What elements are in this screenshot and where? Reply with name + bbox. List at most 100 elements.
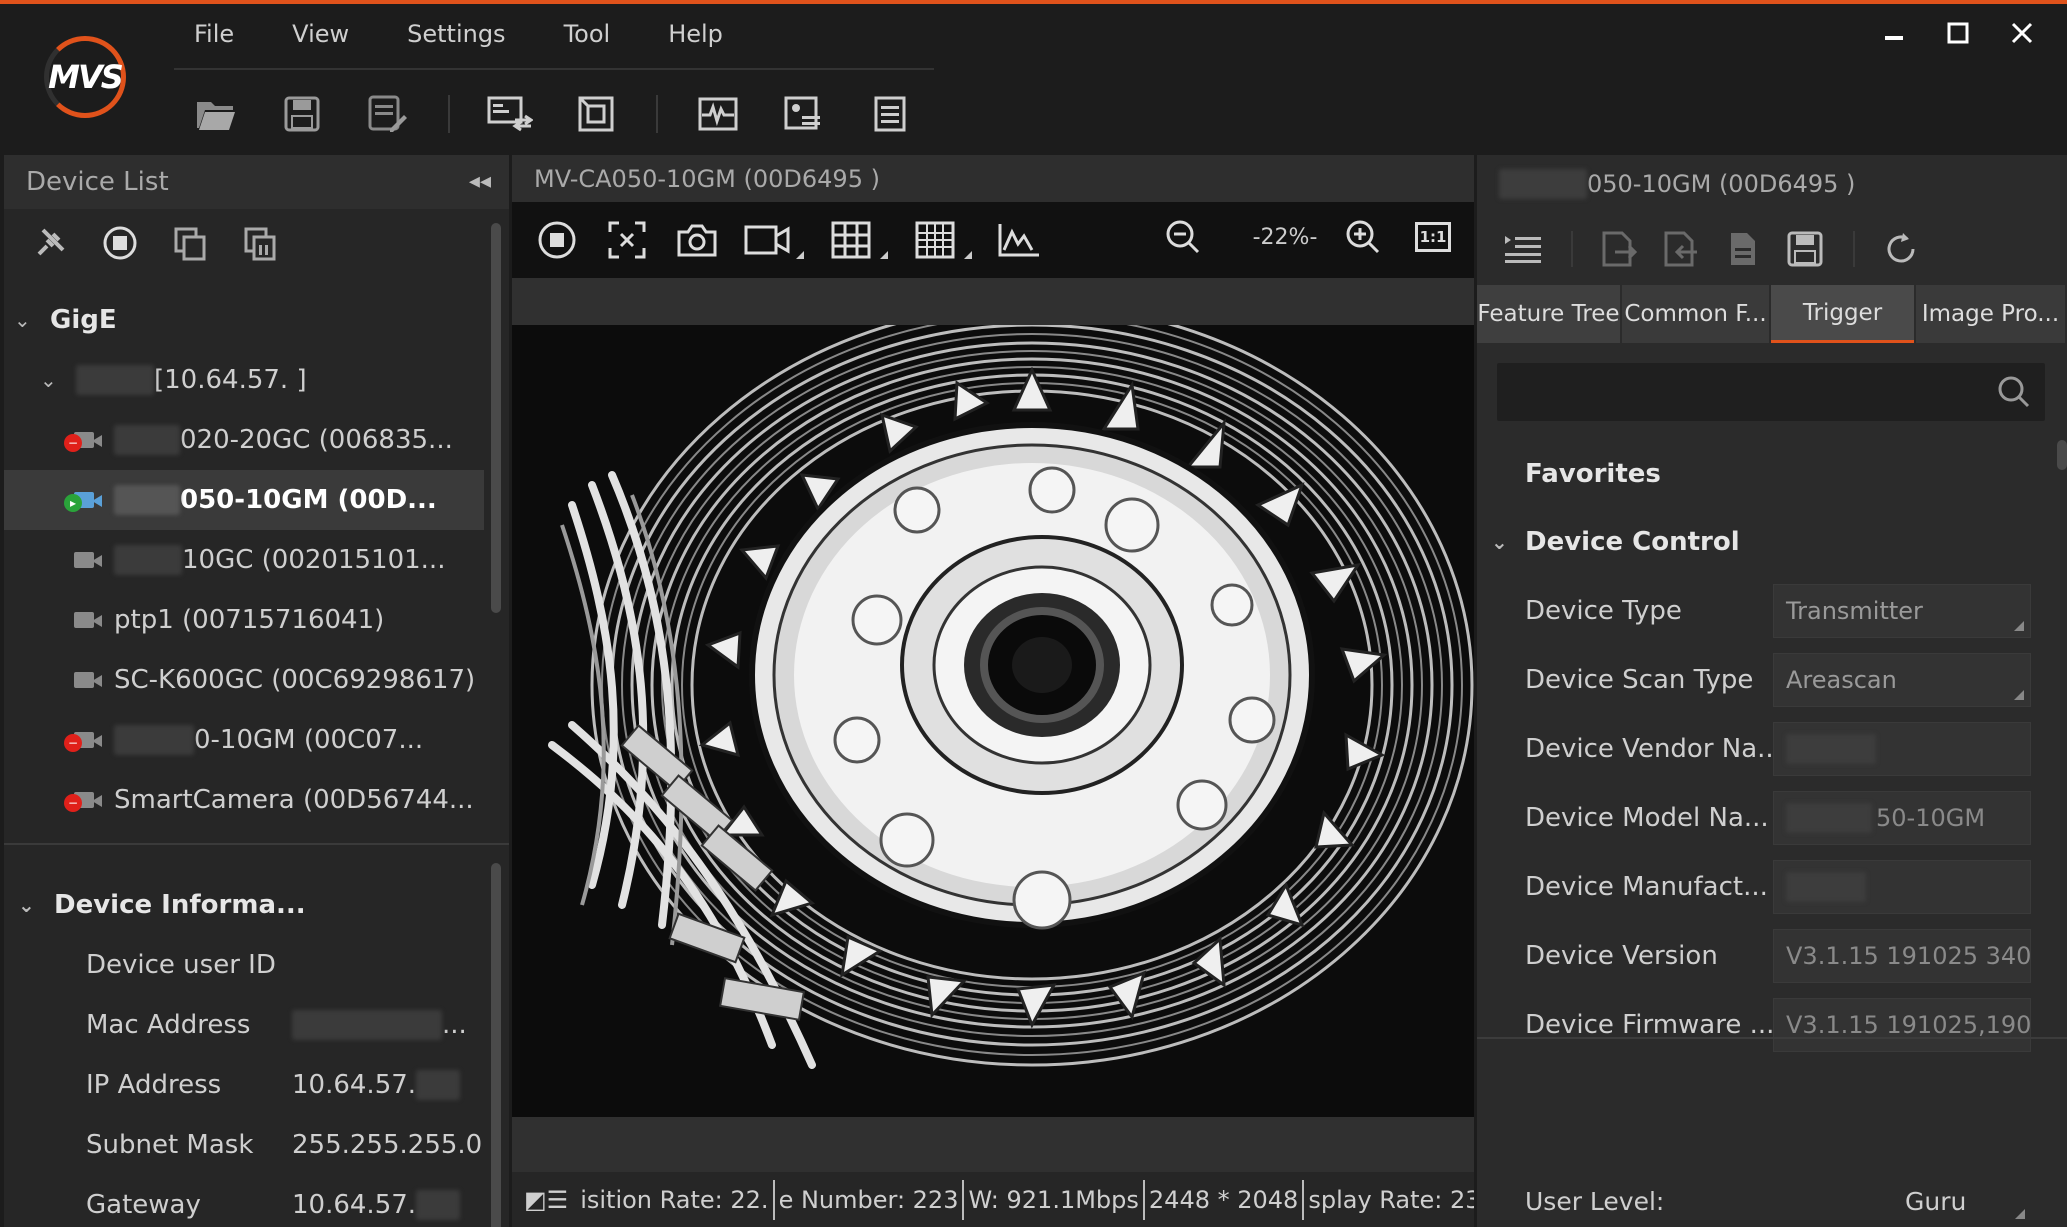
- camera-icon: ▸: [64, 490, 104, 512]
- menu-tool[interactable]: Tool: [544, 14, 631, 56]
- device-list-scrollbar[interactable]: [491, 223, 501, 613]
- waveform-icon[interactable]: [692, 88, 744, 140]
- image-view-panel: MV-CA050-10GM (00D6495 ) -22%- 1:1 ◩☰ is…: [512, 155, 1474, 1227]
- list-icon[interactable]: [864, 88, 916, 140]
- chevron-down-icon[interactable]: ⌄: [14, 308, 32, 332]
- status-frame-number: e Number: 223: [775, 1179, 965, 1220]
- roi-icon[interactable]: [604, 217, 650, 263]
- fit-window-icon[interactable]: [570, 88, 622, 140]
- zoom-in-icon[interactable]: [1340, 214, 1386, 260]
- feature-scrollbar[interactable]: [2057, 440, 2067, 470]
- zoom-level[interactable]: -22%-: [1230, 225, 1340, 250]
- minimize-icon[interactable]: [1879, 18, 1909, 48]
- crosshair-grid-icon[interactable]: [912, 217, 972, 263]
- user-level-row: User Level: Guru: [1477, 1175, 2067, 1227]
- camera-icon: −: [64, 730, 104, 752]
- chevron-down-icon[interactable]: ⌄: [18, 893, 36, 917]
- device-type-select[interactable]: Transmitter: [1773, 583, 2031, 638]
- tab-feature-tree[interactable]: Feature Tree: [1477, 285, 1621, 343]
- device-manufacturer-field[interactable]: [1773, 859, 2031, 914]
- tree-device-item[interactable]: SC-K600GC (00C69298617): [4, 650, 484, 710]
- actual-size-button[interactable]: 1:1: [1410, 214, 1456, 260]
- stop-icon[interactable]: [96, 219, 144, 267]
- tree-device-item[interactable]: ptp1 (00715716041): [4, 590, 484, 650]
- maximize-icon[interactable]: [1943, 18, 1973, 48]
- video-icon[interactable]: [744, 217, 804, 263]
- list-expand-icon[interactable]: [1499, 225, 1547, 273]
- device-list-panel: Device List ◂◂ ⌄ GigE ⌄ [10.64.57.] − 0…: [4, 155, 509, 1227]
- import-icon[interactable]: [1595, 225, 1643, 273]
- tree-node-interface[interactable]: ⌄ [10.64.57. ]: [4, 350, 484, 410]
- panel-divider: [4, 843, 509, 845]
- tree-device-item[interactable]: − SmartCamera (00D56744...: [4, 770, 484, 830]
- user-level-label: User Level:: [1525, 1186, 1665, 1216]
- camera-icon: −: [64, 790, 104, 812]
- save-as-icon[interactable]: [362, 88, 414, 140]
- accent-line: [0, 0, 2067, 4]
- device-info-section: ⌄ Device Informa... Device user ID Mac A…: [4, 875, 484, 1227]
- histogram-icon[interactable]: [996, 217, 1042, 263]
- app-window: MVS File View Settings Tool Help Device …: [0, 0, 2067, 1227]
- camera-icon: −: [64, 430, 104, 452]
- redacted-text: [76, 365, 154, 395]
- search-icon[interactable]: [1997, 375, 2031, 409]
- user-level-select[interactable]: Guru: [1905, 1181, 2025, 1221]
- device-control-group[interactable]: ⌄ Device Control: [1477, 508, 2047, 576]
- stop-grab-icon[interactable]: [534, 217, 580, 263]
- prop-row-device-model: Device Model Na... 50-10GM: [1477, 783, 2047, 852]
- refresh-icon[interactable]: [1877, 225, 1925, 273]
- image-settings-icon[interactable]: [778, 88, 830, 140]
- device-model-field[interactable]: 50-10GM: [1773, 790, 2031, 845]
- feature-toolbar: [1477, 213, 2067, 285]
- device-version-field[interactable]: V3.1.15 191025 3408: [1773, 928, 2031, 983]
- favorites-group[interactable]: Favorites: [1477, 440, 2047, 508]
- camera-image[interactable]: [512, 325, 1474, 1117]
- tree-device-item[interactable]: 10GC (002015101...: [4, 530, 484, 590]
- document-icon[interactable]: [1719, 225, 1767, 273]
- device-scan-type-select[interactable]: Areascan: [1773, 652, 2031, 707]
- tree-device-item[interactable]: − 0-10GM (00C07...: [4, 710, 484, 770]
- menu-view[interactable]: View: [272, 14, 369, 56]
- acquisition-status-bar: ◩☰ isition Rate: 22. e Number: 223 W: 92…: [512, 1172, 1474, 1227]
- disconnect-icon[interactable]: [26, 219, 74, 267]
- camera-icon: [70, 610, 104, 630]
- device-monitor-icon[interactable]: [484, 88, 536, 140]
- grab-icon[interactable]: [236, 219, 284, 267]
- grid-icon[interactable]: [828, 217, 888, 263]
- tab-trigger[interactable]: Trigger: [1771, 285, 1915, 343]
- toolbar-separator: [656, 95, 658, 133]
- tree-device-item-selected[interactable]: ▸ 050-10GM (00D...: [4, 470, 484, 530]
- save-icon[interactable]: [276, 88, 328, 140]
- zoom-out-icon[interactable]: [1160, 214, 1206, 260]
- tab-image-processing[interactable]: Image Pro...: [1916, 285, 2065, 343]
- device-info-header[interactable]: ⌄ Device Informa...: [4, 875, 484, 935]
- chevron-down-icon[interactable]: ⌄: [40, 368, 58, 392]
- menu-help[interactable]: Help: [648, 14, 743, 56]
- collapse-panel-icon[interactable]: ◂◂: [469, 169, 491, 194]
- tab-common-features[interactable]: Common F...: [1622, 285, 1769, 343]
- export-icon[interactable]: [1657, 225, 1705, 273]
- tree-device-item[interactable]: − 020-20GC (006835...: [4, 410, 484, 470]
- device-vendor-field[interactable]: [1773, 721, 2031, 776]
- folder-open-icon[interactable]: [190, 88, 242, 140]
- feature-panel: 050-10GM (00D6495 ) Feature Tree Common …: [1477, 155, 2067, 1227]
- tree-node-gige[interactable]: ⌄ GigE: [4, 290, 484, 350]
- zoom-controls: -22%- 1:1: [1160, 214, 1456, 260]
- copy-icon[interactable]: [166, 219, 214, 267]
- image-view-title: MV-CA050-10GM (00D6495 ): [512, 155, 1474, 202]
- menu-settings[interactable]: Settings: [387, 14, 525, 56]
- snapshot-icon[interactable]: [674, 217, 720, 263]
- feature-search-input[interactable]: [1497, 363, 2045, 421]
- chevron-down-icon[interactable]: ⌄: [1491, 530, 1509, 554]
- device-tree: ⌄ GigE ⌄ [10.64.57. ] − 020-20GC (006835…: [4, 290, 484, 830]
- info-row-ip: IP Address 10.64.57.: [4, 1055, 484, 1115]
- status-toggle-icon[interactable]: ◩☰: [524, 1186, 568, 1214]
- info-row-subnet: Subnet Mask 255.255.255.0: [86, 1130, 483, 1160]
- device-list-toolbar: [4, 209, 509, 277]
- close-icon[interactable]: [2007, 18, 2037, 48]
- prop-row-device-manufacturer: Device Manufact...: [1477, 852, 2047, 921]
- info-scrollbar[interactable]: [491, 863, 501, 1227]
- device-firmware-field[interactable]: V3.1.15 191025,1906: [1773, 997, 2031, 1052]
- save-params-icon[interactable]: [1781, 225, 1829, 273]
- menu-file[interactable]: File: [174, 14, 254, 56]
